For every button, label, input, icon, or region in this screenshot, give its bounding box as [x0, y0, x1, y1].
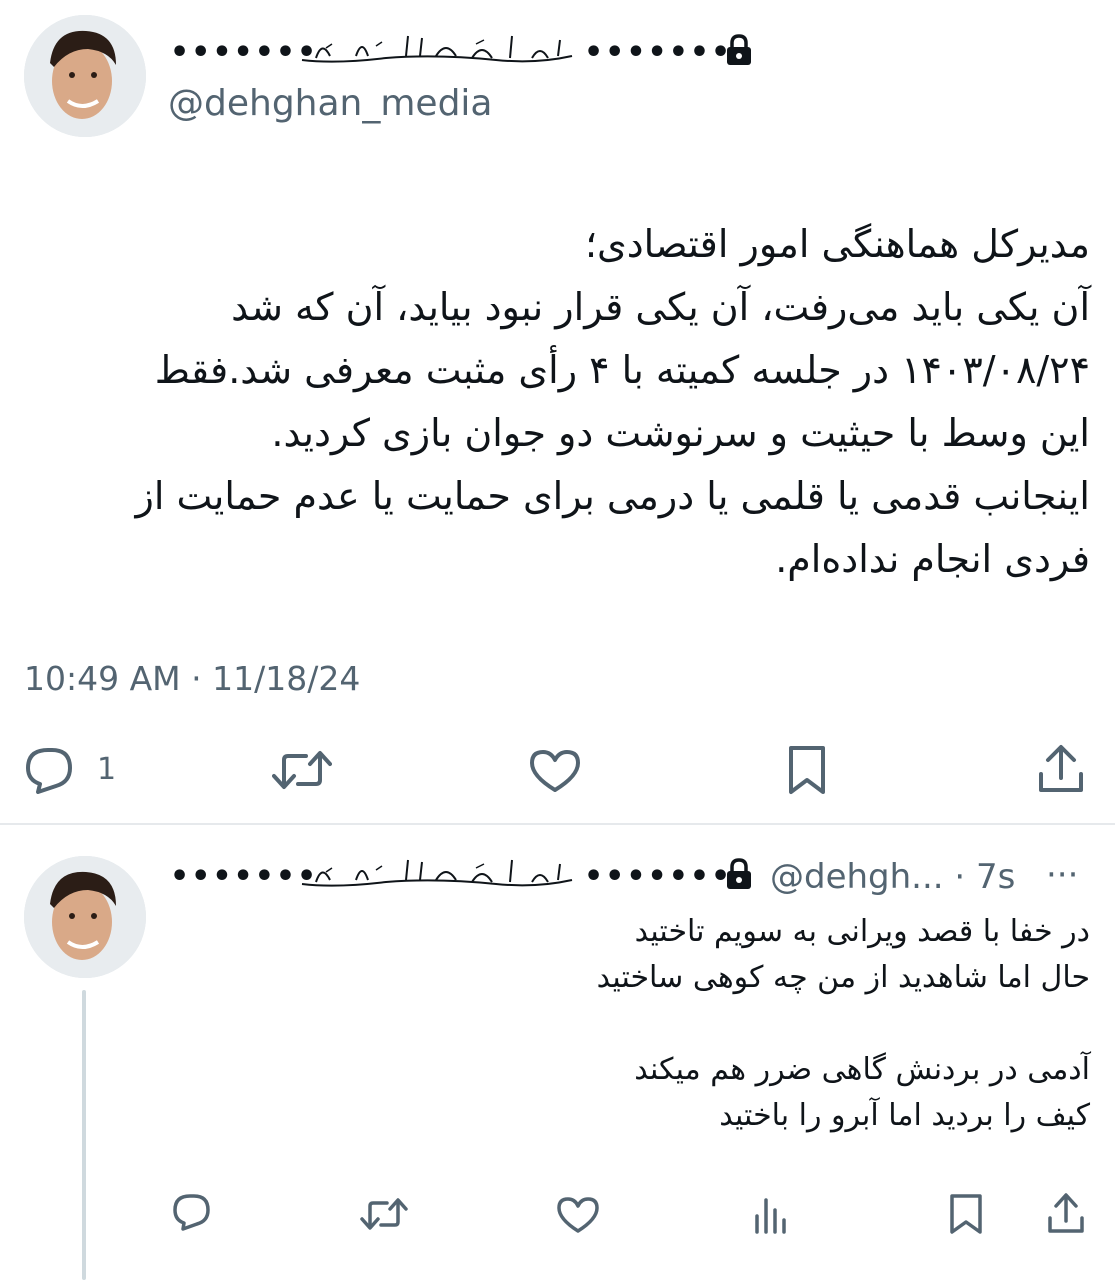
divider: [0, 823, 1115, 825]
share-icon[interactable]: [1046, 1193, 1086, 1235]
thread-connector-line: [82, 990, 86, 1280]
reply-display-name-dots-right[interactable]: •••••••: [584, 862, 732, 892]
bismillah-calligraphy-icon: [296, 30, 578, 72]
display-name-dots-right[interactable]: •••••••: [584, 38, 732, 68]
more-options-icon[interactable]: ···: [1046, 858, 1078, 892]
like-icon[interactable]: [528, 748, 582, 794]
reply-count: 1: [97, 752, 117, 787]
retweet-icon[interactable]: [272, 750, 332, 790]
reply-avatar[interactable]: [24, 856, 146, 978]
avatar[interactable]: [24, 15, 146, 137]
retweet-icon[interactable]: [360, 1198, 408, 1230]
reply-handle-time[interactable]: @dehgh... · 7s: [770, 860, 1015, 894]
bismillah-calligraphy-icon: [296, 854, 578, 896]
share-icon[interactable]: [1036, 744, 1086, 794]
handle[interactable]: @dehghan_media: [168, 86, 493, 122]
like-icon[interactable]: [556, 1196, 600, 1234]
timestamp[interactable]: 10:49 AM · 11/18/24: [24, 662, 360, 695]
reply-icon[interactable]: [172, 1193, 212, 1231]
display-name-dots-left[interactable]: •••••••: [170, 38, 318, 68]
bookmark-icon[interactable]: [787, 744, 827, 796]
bookmark-icon[interactable]: [949, 1193, 983, 1235]
lock-icon: [725, 34, 753, 66]
reply-icon[interactable]: [24, 746, 76, 794]
views-icon[interactable]: [753, 1196, 789, 1234]
reply-text: در خفا با قصد ویرانی به سویم تاختید حال …: [596, 914, 1090, 1133]
lock-icon: [725, 858, 753, 890]
tweet-text: مدیرکل هماهنگی امور اقتصادی؛ آن یکی باید…: [135, 222, 1090, 581]
reply-display-name-dots-left[interactable]: •••••••: [170, 862, 318, 892]
